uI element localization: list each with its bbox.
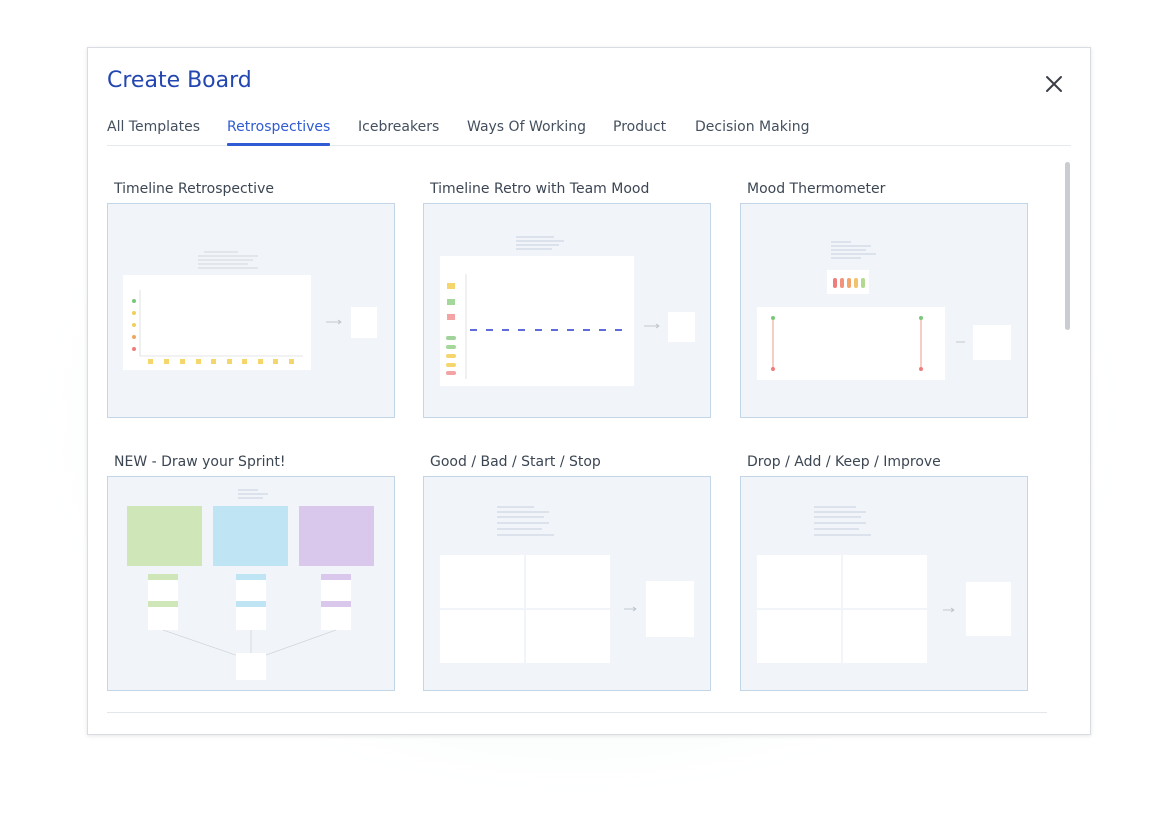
template-name: NEW - Draw your Sprint! (114, 454, 286, 470)
preview-drop-add-keep-improve (757, 506, 1011, 663)
scrollbar-thumb[interactable] (1065, 162, 1070, 330)
dialog-title: Create Board (107, 68, 252, 93)
template-grid: Timeline Retrospective Timeline Retro wi… (107, 158, 1047, 698)
preview-mood-thermometer (757, 241, 1011, 380)
preview-good-bad-start-stop (440, 506, 694, 663)
tab-product[interactable]: Product (613, 119, 666, 145)
close-icon (1046, 76, 1062, 92)
preview-timeline-retrospective (123, 251, 377, 370)
close-button[interactable] (1043, 73, 1065, 95)
template-preview (740, 476, 1028, 691)
tab-all-templates[interactable]: All Templates (107, 119, 200, 145)
footer-divider (107, 712, 1047, 713)
template-preview (107, 476, 395, 691)
template-preview (107, 203, 395, 418)
preview-timeline-retro-team-mood (440, 236, 695, 386)
template-name: Good / Bad / Start / Stop (430, 454, 601, 470)
tab-ways-of-working[interactable]: Ways Of Working (467, 119, 586, 145)
template-name: Drop / Add / Keep / Improve (747, 454, 941, 470)
template-preview (423, 203, 711, 418)
template-name: Timeline Retrospective (114, 181, 274, 197)
create-board-dialog: Create Board All Templates Retrospective… (87, 47, 1091, 735)
template-name: Mood Thermometer (747, 181, 886, 197)
template-name: Timeline Retro with Team Mood (430, 181, 650, 197)
tab-icebreakers[interactable]: Icebreakers (358, 119, 439, 145)
template-preview (423, 476, 711, 691)
tab-decision-making[interactable]: Decision Making (695, 119, 809, 145)
tab-retrospectives[interactable]: Retrospectives (227, 119, 331, 146)
template-tabs: All Templates Retrospectives Icebreakers… (107, 116, 1071, 146)
preview-draw-your-sprint (127, 489, 374, 680)
template-preview (740, 203, 1028, 418)
